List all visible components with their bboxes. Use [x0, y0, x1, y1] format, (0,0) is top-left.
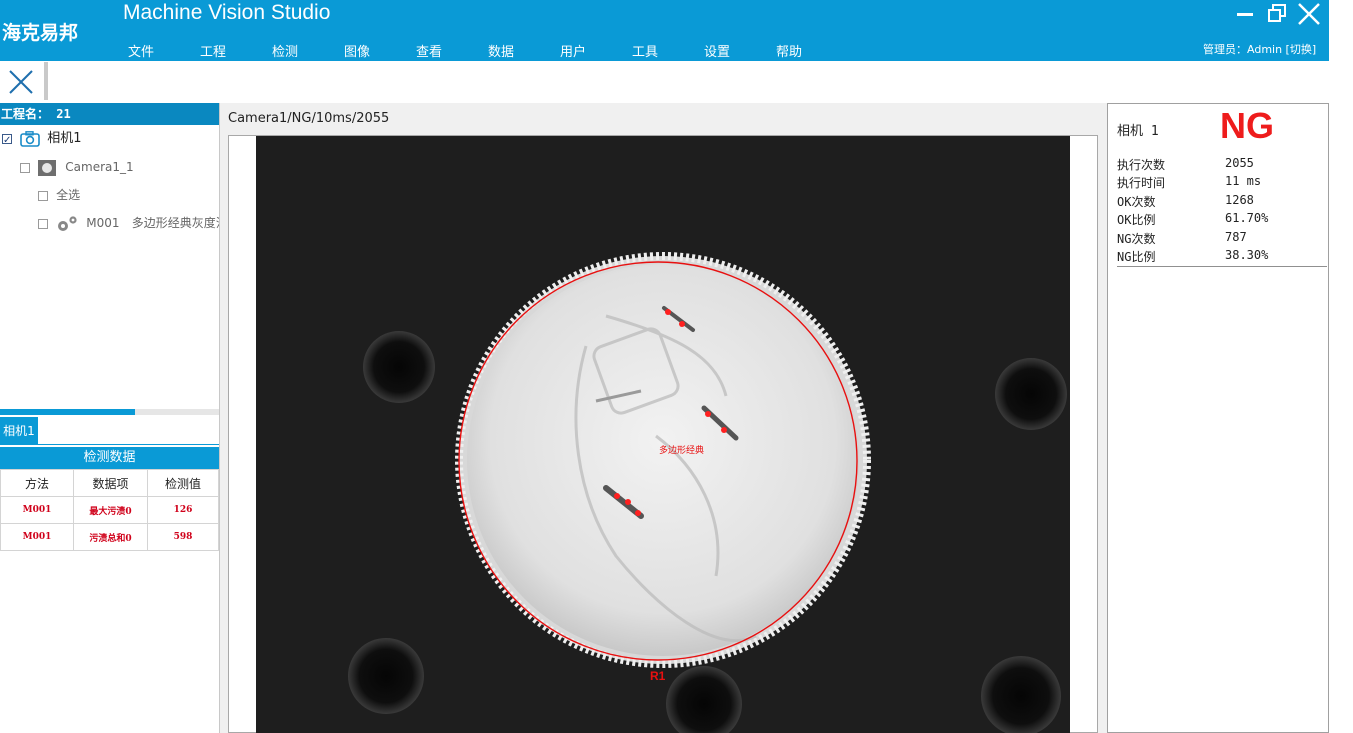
- table-cell: M001: [0, 496, 74, 524]
- title-bar: 海克易邦 Machine Vision Studio 文件 工程 检测 图像 查…: [0, 0, 1329, 61]
- stat-label: OK次数: [1117, 195, 1156, 209]
- tab-camera1[interactable]: 相机1: [0, 417, 38, 445]
- table-cell: 598: [147, 523, 219, 551]
- fixture-hole: [363, 331, 435, 403]
- column-header-method: 方法: [0, 469, 74, 497]
- toolbar: [0, 61, 1353, 102]
- fixture-hole: [995, 358, 1067, 430]
- window-close-icon[interactable]: [1296, 2, 1322, 26]
- toolbar-separator: [44, 62, 48, 100]
- stat-label: NG次数: [1117, 232, 1156, 246]
- result-badge: NG: [1220, 105, 1274, 146]
- tree-item-camera[interactable]: 相机1: [2, 129, 82, 151]
- stat-value: 11 ms: [1225, 174, 1262, 188]
- tab-underline: [0, 444, 219, 445]
- stat-value: 2055: [1225, 156, 1254, 170]
- project-tree: 相机1 Camera1_1 全选 M001 多边形经典灰度污: [0, 125, 228, 411]
- tree-label-select-all: 全选: [56, 188, 81, 202]
- camera-sub-checkbox[interactable]: [20, 162, 30, 173]
- tree-item-module[interactable]: M001 多边形经典灰度污: [38, 213, 228, 233]
- menu-file[interactable]: 文件: [128, 41, 154, 60]
- menu-settings[interactable]: 设置: [704, 41, 730, 60]
- table-row[interactable]: M001 最大污渍0 126: [0, 496, 219, 524]
- tree-item-select-all[interactable]: 全选: [38, 185, 80, 205]
- table-cell: 最大污渍0: [73, 496, 148, 524]
- menu-help[interactable]: 帮助: [776, 41, 802, 60]
- tree-item-camera-sub[interactable]: Camera1_1: [20, 157, 134, 177]
- stats-camera-name: 相机 1: [1117, 124, 1159, 139]
- stat-label: OK比例: [1117, 213, 1156, 227]
- menu-project[interactable]: 工程: [200, 41, 226, 60]
- image-caption: Camera1/NG/10ms/2055: [228, 111, 390, 126]
- close-icon[interactable]: [4, 65, 38, 99]
- stat-value: 61.70%: [1225, 211, 1269, 225]
- app-logo: 海克易邦: [2, 22, 79, 44]
- detection-table: 方法 数据项 检测值 M001 最大污渍0 126 M001 污渍总和0 598: [0, 469, 219, 551]
- table-cell: M001: [0, 523, 74, 551]
- menu-data[interactable]: 数据: [488, 41, 514, 60]
- restore-icon[interactable]: [1268, 4, 1286, 22]
- tree-label-module-id: M001: [86, 216, 120, 230]
- image-source-icon: [38, 159, 57, 176]
- bottle-cap: [467, 264, 859, 656]
- inspection-image[interactable]: 多边形经典 R1: [256, 136, 1070, 733]
- stat-label: NG比例: [1117, 250, 1156, 264]
- stat-label: 执行时间: [1117, 176, 1166, 190]
- select-all-checkbox[interactable]: [38, 190, 48, 201]
- tree-label-module-name: 多边形经典灰度污: [131, 216, 228, 230]
- menu-tools[interactable]: 工具: [632, 41, 658, 60]
- user-info[interactable]: 管理员：Admin [切换]: [1203, 41, 1316, 57]
- column-header-value: 检测值: [147, 469, 219, 497]
- detection-data-title: 检测数据: [0, 447, 219, 469]
- table-row[interactable]: M001 污渍总和0 598: [0, 523, 219, 551]
- stat-value: 38.30%: [1225, 248, 1269, 262]
- menu-view[interactable]: 查看: [416, 41, 442, 60]
- menu-image[interactable]: 图像: [344, 41, 370, 60]
- stat-label: 执行次数: [1117, 158, 1166, 172]
- fixture-hole: [666, 666, 742, 733]
- module-checkbox[interactable]: [38, 218, 48, 229]
- gears-icon: [58, 215, 77, 231]
- project-header: 工程名： 21: [0, 103, 219, 125]
- camera-icon: [20, 130, 40, 147]
- app-title: Machine Vision Studio: [123, 1, 331, 24]
- fixture-hole: [348, 638, 424, 714]
- minimize-icon[interactable]: [1237, 13, 1253, 16]
- camera-checkbox[interactable]: [2, 131, 12, 151]
- table-cell: 污渍总和0: [73, 523, 148, 551]
- menu-detect[interactable]: 检测: [272, 41, 298, 60]
- inspection-image-canvas: 多边形经典 R1: [348, 252, 1067, 733]
- scrollbar-thumb[interactable]: [0, 409, 135, 415]
- tree-label-camera-sub: Camera1_1: [65, 160, 134, 174]
- table-cell: 126: [147, 496, 219, 524]
- menu-user[interactable]: 用户: [560, 41, 586, 60]
- tool-label: 多边形经典: [659, 444, 704, 456]
- tree-label-camera: 相机1: [47, 131, 82, 146]
- stat-value: 787: [1225, 230, 1247, 244]
- column-header-item: 数据项: [73, 469, 148, 497]
- stats-divider: [1117, 266, 1327, 267]
- region-label: R1: [650, 669, 666, 683]
- fixture-hole: [981, 656, 1061, 733]
- stat-value: 1268: [1225, 193, 1254, 207]
